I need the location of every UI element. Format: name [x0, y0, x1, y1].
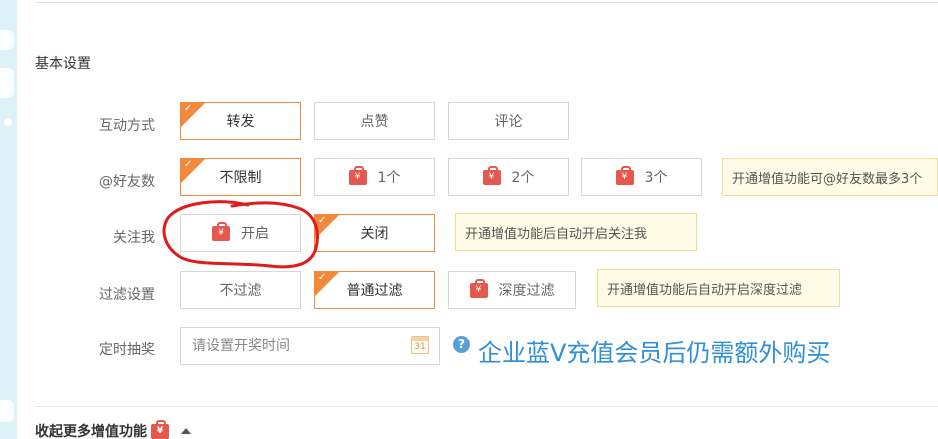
collapse-more-features-toggle[interactable]: 收起更多增值功能 ¥ — [35, 419, 191, 439]
option-label: 3个 — [644, 170, 668, 186]
mention-upgrade-tip: 开通增值功能可@好友数最多3个 — [722, 158, 938, 196]
question-icon[interactable]: ? — [453, 336, 470, 353]
filter-upgrade-tip: 开通增值功能后自动开启深度过滤 — [597, 269, 840, 307]
mention-option-1[interactable]: ¥ 1个 — [314, 158, 435, 196]
premium-bag-icon: ¥ — [151, 419, 169, 439]
option-label: 点赞 — [360, 114, 389, 130]
decor-dot — [4, 118, 12, 126]
option-label: 开启 — [241, 226, 269, 242]
filter-option-deep[interactable]: ¥ 深度过滤 — [448, 271, 576, 309]
option-label: 深度过滤 — [498, 283, 555, 299]
option-label: 不限制 — [219, 170, 262, 186]
filter-option-none[interactable]: 不过滤 — [180, 271, 301, 309]
decor-blob — [0, 68, 14, 98]
decor-blob — [0, 30, 14, 50]
tip-text: 开通增值功能可@好友数最多3个 — [732, 171, 923, 187]
top-divider — [35, 0, 938, 3]
option-label: 2个 — [511, 170, 535, 186]
tip-text: 开通增值功能后自动开启深度过滤 — [607, 282, 803, 298]
option-label: 关闭 — [360, 226, 389, 242]
check-icon: ✓ — [318, 272, 327, 283]
mention-option-3[interactable]: ¥ 3个 — [581, 158, 702, 196]
mention-option-unlimited[interactable]: ✓ 不限制 — [180, 158, 301, 196]
filter-option-normal[interactable]: ✓ 普通过滤 — [314, 271, 435, 309]
draw-time-label: 定时抽奖 — [99, 342, 155, 358]
tip-text: 开通增值功能后自动开启关注我 — [465, 226, 648, 242]
section-title: 基本设置 — [35, 56, 91, 72]
bottom-divider — [35, 406, 938, 407]
premium-bag-icon: ¥ — [212, 221, 230, 241]
promo-text: 企业蓝V充值会员后仍需额外购买 — [478, 339, 831, 367]
check-icon: ✓ — [184, 159, 193, 170]
interaction-option-repost[interactable]: ✓ 转发 — [180, 102, 301, 140]
calendar-icon[interactable]: 31 — [411, 336, 429, 354]
filter-label: 过滤设置 — [99, 287, 155, 303]
premium-bag-icon: ¥ — [615, 165, 634, 185]
decor-blob — [0, 400, 14, 422]
check-icon: ✓ — [318, 215, 327, 226]
option-label: 评论 — [494, 114, 523, 130]
option-label: 1个 — [377, 170, 401, 186]
option-label: 转发 — [226, 114, 255, 130]
draw-time-input[interactable] — [180, 327, 440, 365]
premium-bag-icon: ¥ — [348, 165, 367, 185]
mention-option-2[interactable]: ¥ 2个 — [448, 158, 569, 196]
interaction-label: 互动方式 — [99, 118, 155, 134]
mention-label: @好友数 — [99, 174, 155, 190]
left-decoration — [0, 0, 17, 439]
premium-bag-icon: ¥ — [469, 278, 488, 298]
follow-option-off[interactable]: ✓ 关闭 — [314, 214, 435, 252]
option-label: 普通过滤 — [346, 283, 403, 299]
interaction-option-like[interactable]: 点赞 — [314, 102, 435, 140]
triangle-up-icon — [181, 428, 191, 434]
collapse-label: 收起更多增值功能 — [35, 424, 147, 439]
option-label: 不过滤 — [219, 283, 262, 299]
check-icon: ✓ — [184, 103, 193, 114]
premium-bag-icon: ¥ — [482, 165, 501, 185]
follow-option-on[interactable]: ¥ 开启 — [180, 214, 301, 252]
follow-label: 关注我 — [113, 230, 155, 246]
interaction-option-comment[interactable]: 评论 — [448, 102, 569, 140]
follow-upgrade-tip: 开通增值功能后自动开启关注我 — [455, 213, 697, 251]
